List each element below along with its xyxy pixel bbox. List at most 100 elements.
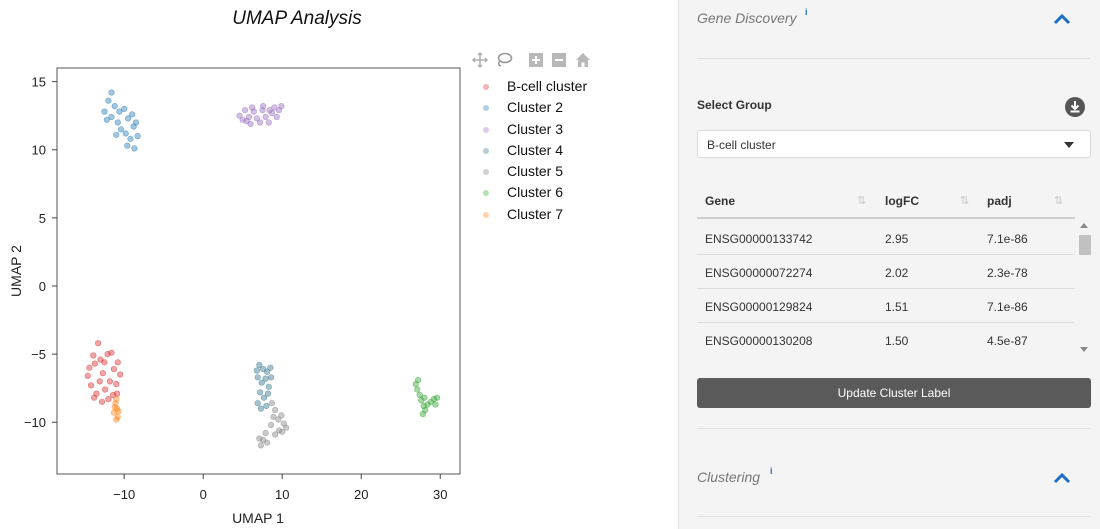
- data-point[interactable]: [113, 390, 121, 397]
- data-point[interactable]: [262, 375, 269, 382]
- data-point[interactable]: [87, 382, 95, 389]
- umap-plot[interactable]: UMAP Analysis −10 0 10 20 30 15 10 5 0−5…: [0, 0, 640, 529]
- scroll-thumb[interactable]: [1079, 235, 1091, 255]
- download-icon[interactable]: [1064, 96, 1086, 118]
- data-point[interactable]: [105, 97, 112, 104]
- data-point[interactable]: [110, 366, 117, 373]
- data-point[interactable]: [421, 394, 428, 401]
- info-icon[interactable]: i: [770, 466, 773, 476]
- data-point[interactable]: [113, 416, 120, 423]
- data-point[interactable]: [130, 123, 137, 130]
- data-point[interactable]: [115, 408, 122, 415]
- data-point[interactable]: [113, 131, 120, 138]
- data-point[interactable]: [272, 431, 279, 438]
- data-point[interactable]: [127, 135, 134, 142]
- data-point[interactable]: [124, 142, 131, 149]
- data-point[interactable]: [84, 372, 91, 380]
- data-point[interactable]: [264, 439, 271, 446]
- gene-discovery-header[interactable]: Gene Discovery i: [697, 7, 1090, 40]
- data-point[interactable]: [106, 378, 113, 385]
- data-point[interactable]: [257, 119, 264, 126]
- data-point[interactable]: [414, 386, 421, 393]
- column-header-padj[interactable]: padj: [987, 194, 1012, 208]
- data-point[interactable]: [263, 402, 270, 410]
- data-point[interactable]: [419, 411, 427, 418]
- column-header-gene[interactable]: Gene: [705, 194, 735, 208]
- data-point[interactable]: [131, 145, 138, 152]
- column-header-logfc[interactable]: logFC: [885, 194, 919, 208]
- chevron-up-icon[interactable]: [1052, 471, 1072, 487]
- data-point[interactable]: [254, 400, 261, 407]
- data-point[interactable]: [264, 390, 272, 397]
- data-point[interactable]: [91, 360, 98, 367]
- clustering-header[interactable]: Clustering i: [697, 466, 1090, 499]
- data-point[interactable]: [260, 102, 267, 110]
- data-point[interactable]: [257, 442, 265, 449]
- data-point[interactable]: [267, 364, 274, 371]
- chevron-up-icon[interactable]: [1052, 12, 1072, 28]
- table-row[interactable]: ENSG00000129824 1.51 7.1e-86: [697, 289, 1075, 323]
- data-point[interactable]: [257, 389, 264, 396]
- table-body[interactable]: ENSG00000133742 2.95 7.1e-86 ENSG0000007…: [697, 221, 1075, 355]
- data-point[interactable]: [113, 396, 120, 403]
- data-point[interactable]: [98, 398, 106, 405]
- info-icon[interactable]: i: [805, 7, 808, 17]
- group-select[interactable]: B-cell cluster: [697, 130, 1091, 158]
- data-point[interactable]: [273, 113, 280, 121]
- table-scrollbar[interactable]: [1077, 221, 1091, 355]
- update-cluster-label-button[interactable]: Update Cluster Label: [697, 378, 1091, 408]
- data-point[interactable]: [102, 386, 109, 393]
- data-point[interactable]: [279, 428, 286, 435]
- data-point[interactable]: [272, 406, 279, 414]
- data-point[interactable]: [117, 371, 124, 378]
- data-point[interactable]: [268, 374, 275, 381]
- sort-icon[interactable]: ⇅: [857, 194, 866, 207]
- data-point[interactable]: [256, 435, 263, 442]
- data-point[interactable]: [101, 108, 108, 115]
- data-point[interactable]: [101, 359, 108, 366]
- data-point[interactable]: [108, 89, 115, 96]
- data-point[interactable]: [243, 117, 250, 125]
- data-point[interactable]: [117, 126, 125, 133]
- data-point[interactable]: [268, 400, 276, 407]
- scroll-down-icon[interactable]: [1080, 347, 1088, 352]
- data-point[interactable]: [103, 116, 110, 123]
- data-point[interactable]: [121, 105, 128, 112]
- data-point[interactable]: [122, 130, 129, 137]
- data-point[interactable]: [415, 376, 422, 384]
- data-point[interactable]: [105, 396, 112, 403]
- data-point[interactable]: [90, 352, 97, 359]
- data-point[interactable]: [268, 421, 275, 429]
- data-point[interactable]: [99, 370, 106, 377]
- data-point[interactable]: [242, 107, 249, 114]
- table-row[interactable]: ENSG00000133742 2.95 7.1e-86: [697, 221, 1075, 255]
- sort-icon[interactable]: ⇅: [1054, 194, 1063, 207]
- data-point[interactable]: [262, 430, 269, 437]
- data-point[interactable]: [432, 401, 439, 408]
- data-point[interactable]: [266, 107, 273, 114]
- data-point[interactable]: [114, 119, 121, 126]
- data-point[interactable]: [93, 390, 100, 397]
- table-row[interactable]: ENSG00000130208 1.50 4.5e-87: [697, 323, 1075, 355]
- data-point[interactable]: [96, 378, 103, 385]
- data-point[interactable]: [434, 394, 441, 401]
- data-point[interactable]: [257, 405, 265, 412]
- table-row[interactable]: ENSG00000072274 2.02 2.3e-78: [697, 255, 1075, 289]
- data-point[interactable]: [114, 359, 121, 366]
- data-point[interactable]: [129, 111, 136, 118]
- data-point[interactable]: [108, 349, 115, 356]
- sort-icon[interactable]: ⇅: [960, 194, 969, 207]
- data-point[interactable]: [278, 412, 285, 419]
- data-point[interactable]: [111, 102, 118, 110]
- data-point[interactable]: [249, 104, 256, 111]
- data-point[interactable]: [254, 374, 261, 381]
- data-point[interactable]: [113, 381, 120, 388]
- data-point[interactable]: [253, 367, 260, 374]
- scroll-up-icon[interactable]: [1080, 223, 1088, 228]
- data-point[interactable]: [265, 383, 272, 390]
- data-point[interactable]: [278, 102, 285, 110]
- data-point[interactable]: [94, 340, 102, 347]
- data-point[interactable]: [86, 364, 93, 371]
- data-point[interactable]: [262, 113, 269, 121]
- data-point[interactable]: [265, 119, 272, 126]
